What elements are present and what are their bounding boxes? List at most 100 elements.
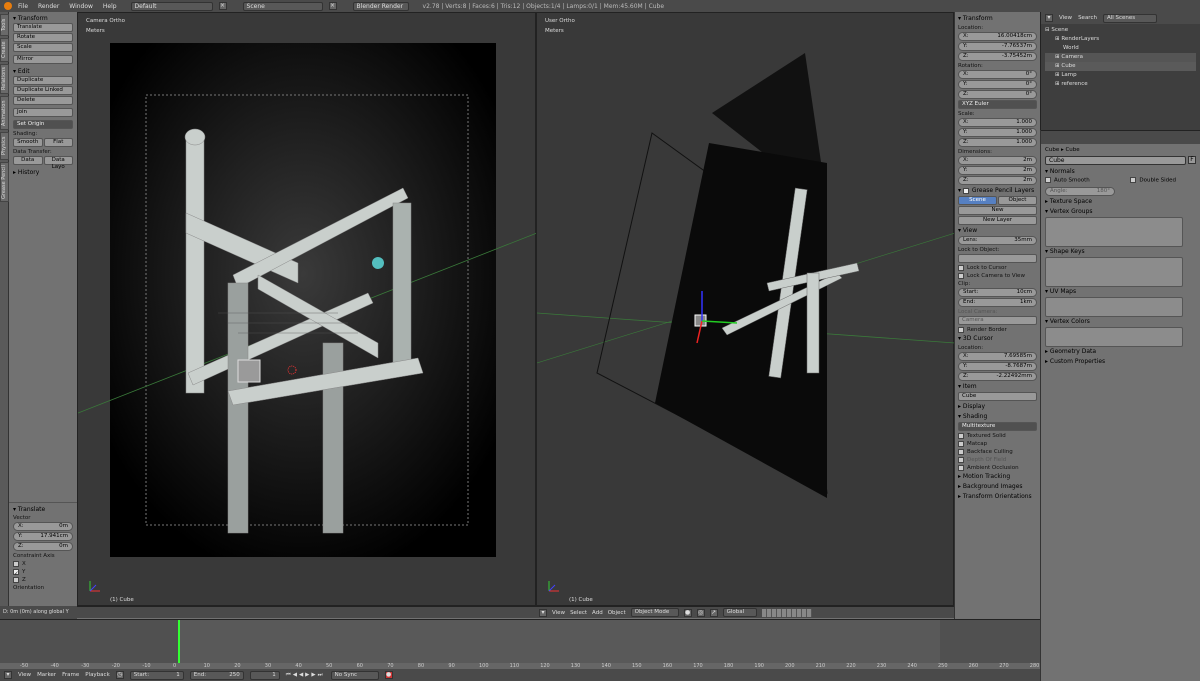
mirror-button[interactable]: Mirror	[13, 55, 73, 64]
motion-tracking-header[interactable]: ▸ Motion Tracking	[958, 472, 1037, 482]
outliner-item-cube[interactable]: ⊞ Cube	[1045, 62, 1196, 71]
background-images-header[interactable]: ▸ Background Images	[958, 482, 1037, 492]
tab-create[interactable]: Create	[0, 38, 9, 62]
backface-culling-checkbox[interactable]: Backface Culling	[958, 448, 1037, 456]
ambient-occlusion-checkbox[interactable]: Ambient Occlusion	[958, 464, 1037, 472]
vertex-groups-list[interactable]	[1045, 217, 1183, 247]
double-sided-checkbox[interactable]: Double Sided	[1130, 177, 1176, 187]
cursor-z-field[interactable]: Z: -2.22492mm	[958, 372, 1037, 381]
outliner-item-lamp[interactable]: ⊞ Lamp	[1045, 71, 1196, 80]
lock-cursor-checkbox[interactable]: Lock to Cursor	[958, 264, 1037, 272]
local-camera-field[interactable]: Camera	[958, 316, 1037, 325]
join-button[interactable]: Join	[13, 108, 73, 117]
dim-x-field[interactable]: X: 2m	[958, 156, 1037, 165]
menu-frame[interactable]: Frame	[62, 672, 79, 678]
display-mode-selector[interactable]: All Scenes	[1102, 13, 1157, 23]
menu-add[interactable]: Add	[592, 610, 603, 616]
menu-help[interactable]: Help	[103, 3, 117, 10]
loc-y-field[interactable]: Y: -7.76537m	[958, 42, 1037, 51]
editor-type-icon[interactable]: ▾	[1045, 14, 1053, 22]
vector-x-field[interactable]: X: 0m	[13, 522, 73, 531]
user-viewport[interactable]: User Ortho Meters (1) Cube	[536, 12, 955, 606]
vector-y-field[interactable]: Y: 17.941cm	[13, 532, 73, 541]
transform-orientations-header[interactable]: ▸ Transform Orientations	[958, 492, 1037, 502]
duplicate-linked-button[interactable]: Duplicate Linked	[13, 86, 73, 95]
lock-camera-checkbox[interactable]: Lock Camera to View	[958, 272, 1037, 280]
pivot-icon[interactable]: ◎	[696, 608, 705, 617]
object-toggle[interactable]: Object	[998, 196, 1037, 205]
new-layer-button[interactable]: New Layer	[958, 216, 1037, 225]
dim-y-field[interactable]: Y: 2m	[958, 166, 1037, 175]
menu-window[interactable]: Window	[69, 3, 93, 10]
outliner-item-scene[interactable]: ⊟ Scene	[1045, 26, 1196, 35]
outliner-item-reference[interactable]: ⊞ reference	[1045, 80, 1196, 89]
menu-render[interactable]: Render	[38, 3, 59, 10]
set-origin-dropdown[interactable]: Set Origin	[13, 120, 73, 129]
keying-icon[interactable]: ●	[384, 671, 393, 679]
scale-y-field[interactable]: Y: 1.000	[958, 128, 1037, 137]
loc-z-field[interactable]: Z: -3.75452m	[958, 52, 1037, 61]
tab-animation[interactable]: Animation	[0, 96, 9, 130]
outliner-item-camera[interactable]: ⊞ Camera	[1045, 53, 1196, 62]
rot-x-field[interactable]: X: 0°	[958, 70, 1037, 79]
uv-maps-header[interactable]: ▾ UV Maps	[1045, 287, 1196, 297]
textured-solid-checkbox[interactable]: Textured Solid	[958, 432, 1037, 440]
new-gp-button[interactable]: New	[958, 206, 1037, 215]
tab-grease-pencil[interactable]: Grease Pencil	[0, 162, 9, 202]
duplicate-button[interactable]: Duplicate	[13, 76, 73, 85]
scale-x-field[interactable]: X: 1.000	[958, 118, 1037, 127]
clip-start-field[interactable]: Start: 10cm	[958, 288, 1037, 297]
transform-header[interactable]: ▾ Transform	[958, 14, 1037, 24]
fake-user-button[interactable]: F	[1188, 156, 1196, 164]
texture-space-header[interactable]: ▸ Texture Space	[1045, 197, 1196, 207]
custom-properties-header[interactable]: ▸ Custom Properties	[1045, 357, 1196, 367]
menu-view[interactable]: View	[1059, 15, 1072, 21]
rotation-mode-dropdown[interactable]: XYZ Euler	[958, 100, 1037, 109]
menu-view[interactable]: View	[18, 672, 31, 678]
cursor-x-field[interactable]: X: 7.69585m	[958, 352, 1037, 361]
constraint-z[interactable]: Z	[13, 576, 73, 584]
outliner-item-renderlayers[interactable]: ⊞ RenderLayers	[1045, 35, 1196, 44]
tab-relations[interactable]: Relations	[0, 64, 9, 94]
shading-header[interactable]: ▾ Shading	[958, 412, 1037, 422]
lock-object-field[interactable]	[958, 254, 1037, 263]
shape-keys-header[interactable]: ▾ Shape Keys	[1045, 247, 1196, 257]
timeline[interactable]: -50 -40 -30 -20 -10 0 10 20 30 40 50 60 70 80 90 100 110…	[0, 619, 1040, 670]
preview-range-icon[interactable]: ◷	[115, 671, 124, 679]
shape-keys-list[interactable]	[1045, 257, 1183, 287]
end-frame-field[interactable]: End: 250	[189, 670, 244, 680]
vector-z-field[interactable]: Z: 0m	[13, 542, 73, 551]
constraint-y[interactable]: ✓ Y	[13, 568, 73, 577]
dim-z-field[interactable]: Z: 2m	[958, 176, 1037, 185]
tab-physics[interactable]: Physics	[0, 132, 9, 160]
edit-panel-header[interactable]: ▾ Edit	[13, 67, 73, 76]
tab-tools[interactable]: Tools	[0, 14, 9, 36]
orientation-selector[interactable]: Global	[722, 608, 757, 617]
outliner-item-world[interactable]: World	[1045, 44, 1196, 53]
grease-pencil-header[interactable]: ▾ Grease Pencil Layers	[958, 186, 1037, 196]
clip-end-field[interactable]: End: 1km	[958, 298, 1037, 307]
menu-view[interactable]: View	[552, 610, 565, 616]
editor-type-icon[interactable]: ▾	[539, 608, 547, 617]
scene-toggle[interactable]: Scene	[958, 196, 997, 205]
blender-logo-icon[interactable]	[4, 2, 12, 10]
delete-button[interactable]: Delete	[13, 96, 73, 105]
uv-maps-list[interactable]	[1045, 297, 1183, 317]
scene-selector[interactable]: Scene	[242, 1, 323, 11]
operator-header[interactable]: ▾ Translate	[13, 505, 73, 514]
menu-marker[interactable]: Marker	[37, 672, 56, 678]
start-frame-field[interactable]: Start: 1	[129, 670, 184, 680]
menu-object[interactable]: Object	[608, 610, 626, 616]
layers-grid-icon[interactable]	[761, 608, 812, 617]
properties-context-tabs[interactable]	[1041, 130, 1200, 144]
display-header[interactable]: ▸ Display	[958, 402, 1037, 412]
geometry-data-header[interactable]: ▸ Geometry Data	[1045, 347, 1196, 357]
menu-file[interactable]: File	[18, 3, 28, 10]
manipulator-icon[interactable]: ↗	[709, 608, 718, 617]
layout-selector[interactable]: Default	[130, 1, 213, 11]
shading-icon[interactable]: ●	[683, 608, 692, 617]
current-frame-field[interactable]: 1	[249, 670, 280, 680]
normals-header[interactable]: ▾ Normals	[1045, 167, 1196, 177]
cursor-header[interactable]: ▾ 3D Cursor	[958, 334, 1037, 344]
render-border-checkbox[interactable]: Render Border	[958, 326, 1037, 334]
